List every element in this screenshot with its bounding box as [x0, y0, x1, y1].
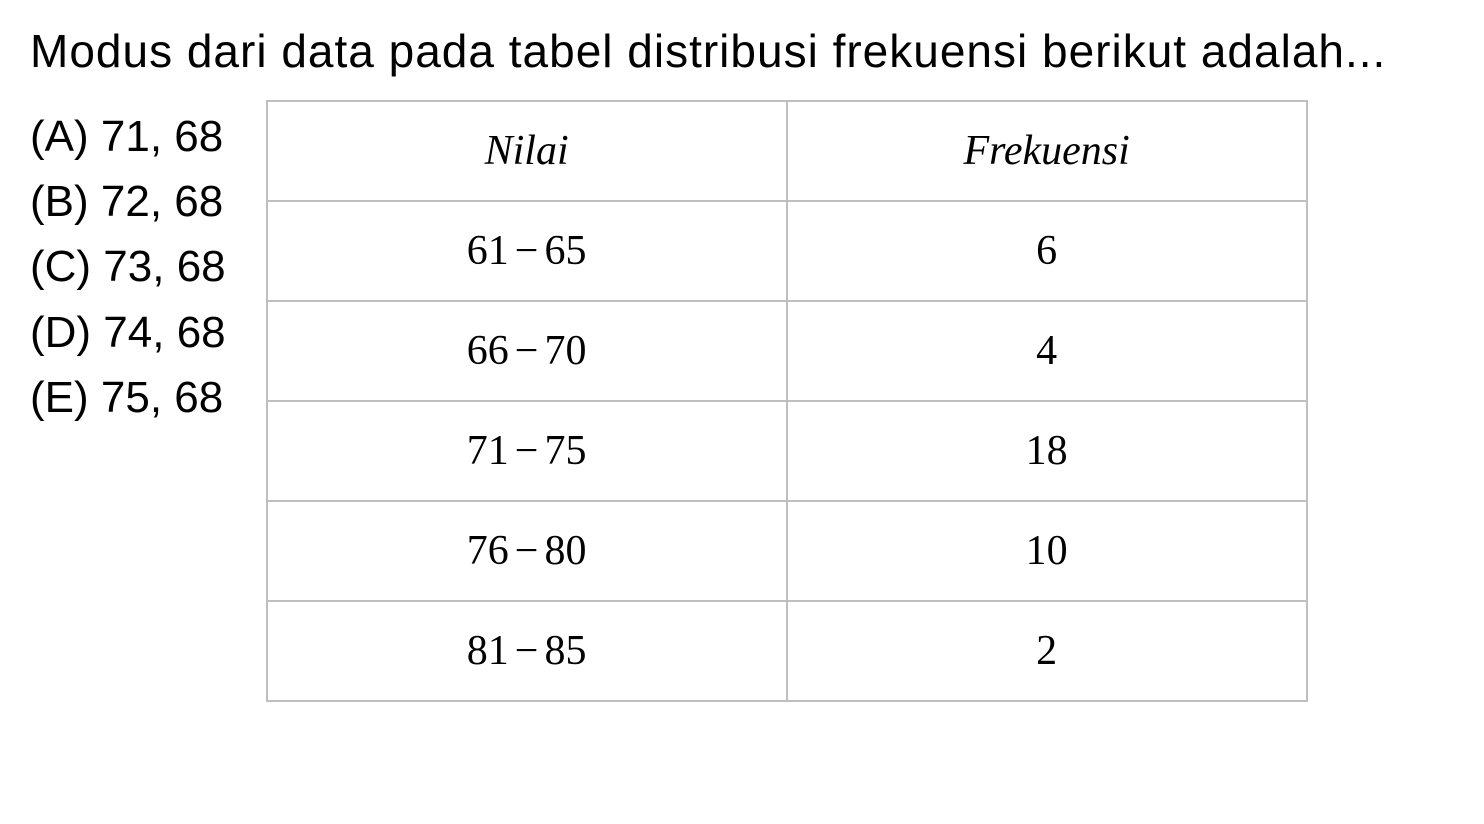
minus-icon: − — [509, 427, 545, 475]
nilai-low: 76 — [467, 528, 509, 574]
nilai-low: 66 — [467, 328, 509, 374]
nilai-high: 80 — [544, 528, 586, 574]
header-nilai: Nilai — [267, 101, 787, 201]
cell-frekuensi: 10 — [787, 501, 1307, 601]
option-c: (C) 73, 68 — [30, 238, 226, 295]
header-frekuensi: Frekuensi — [787, 101, 1307, 201]
cell-nilai: 66−70 — [267, 301, 787, 401]
nilai-high: 65 — [544, 228, 586, 274]
option-d: (D) 74, 68 — [30, 304, 226, 361]
content-row: (A) 71, 68 (B) 72, 68 (C) 73, 68 (D) 74,… — [30, 100, 1454, 702]
table-row: 76−80 10 — [267, 501, 1307, 601]
frequency-table-wrap: Nilai Frekuensi 61−65 6 66−70 4 — [266, 100, 1308, 702]
cell-frekuensi: 6 — [787, 201, 1307, 301]
minus-icon: − — [509, 327, 545, 375]
frequency-table: Nilai Frekuensi 61−65 6 66−70 4 — [266, 100, 1308, 702]
minus-icon: − — [509, 627, 545, 675]
cell-frekuensi: 18 — [787, 401, 1307, 501]
nilai-high: 75 — [544, 428, 586, 474]
option-b: (B) 72, 68 — [30, 173, 226, 230]
table-row: 66−70 4 — [267, 301, 1307, 401]
table-row: 61−65 6 — [267, 201, 1307, 301]
cell-nilai: 61−65 — [267, 201, 787, 301]
minus-icon: − — [509, 527, 545, 575]
minus-icon: − — [509, 227, 545, 275]
table-header-row: Nilai Frekuensi — [267, 101, 1307, 201]
option-e: (E) 75, 68 — [30, 369, 226, 426]
cell-nilai: 71−75 — [267, 401, 787, 501]
nilai-high: 85 — [544, 628, 586, 674]
question-text: Modus dari data pada tabel distribusi fr… — [30, 20, 1450, 82]
options-list: (A) 71, 68 (B) 72, 68 (C) 73, 68 (D) 74,… — [30, 100, 226, 702]
nilai-high: 70 — [544, 328, 586, 374]
table-row: 81−85 2 — [267, 601, 1307, 701]
cell-nilai: 81−85 — [267, 601, 787, 701]
nilai-low: 71 — [467, 428, 509, 474]
nilai-low: 61 — [467, 228, 509, 274]
cell-nilai: 76−80 — [267, 501, 787, 601]
option-a: (A) 71, 68 — [30, 108, 226, 165]
cell-frekuensi: 4 — [787, 301, 1307, 401]
nilai-low: 81 — [467, 628, 509, 674]
cell-frekuensi: 2 — [787, 601, 1307, 701]
table-row: 71−75 18 — [267, 401, 1307, 501]
